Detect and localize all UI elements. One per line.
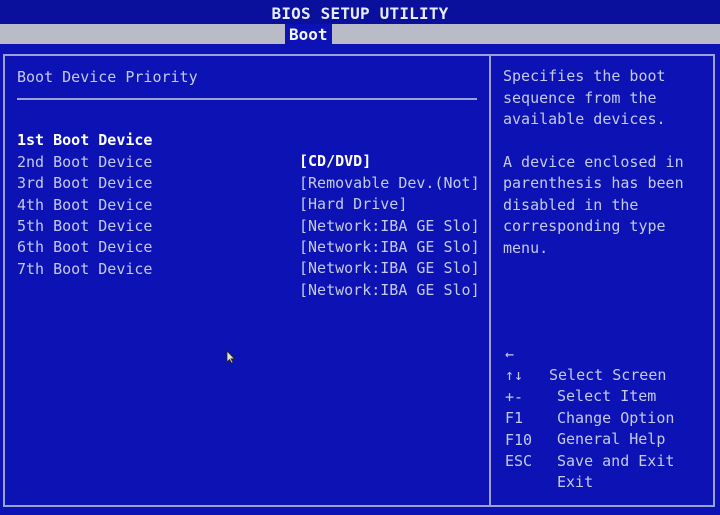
- help-line: menu.: [503, 238, 549, 257]
- boot-device-value[interactable]: [Network:IBA GE Slo]: [299, 258, 480, 279]
- boot-device-row[interactable]: 3rd Boot Device [Hard Drive]: [17, 152, 479, 213]
- bios-screen: BIOS SETUP UTILITY Boot Boot Device Prio…: [0, 0, 720, 515]
- boot-device-value[interactable]: [Network:IBA GE Slo]: [299, 280, 480, 301]
- menu-bar: [0, 24, 720, 44]
- boot-device-row[interactable]: 6th Boot Device [Network:IBA GE Slo]: [17, 216, 480, 277]
- help-panel: Specifies the boot sequence from the ava…: [503, 66, 703, 259]
- help-line: available devices.: [503, 110, 666, 128]
- boot-device-row[interactable]: 7th Boot Device [Network:IBA GE Slo]: [17, 238, 480, 299]
- key-legend-row: F10 Save and Exit: [505, 409, 705, 470]
- key-legend-row: ESC Exit: [505, 430, 705, 491]
- boot-device-row[interactable]: 1st Boot Device [CD/DVD]: [17, 109, 479, 170]
- mouse-pointer-icon: [226, 350, 236, 364]
- tab-boot[interactable]: Boot: [285, 24, 332, 44]
- help-line: sequence from the: [503, 88, 657, 107]
- help-line: Specifies the boot: [503, 67, 666, 85]
- help-line: corresponding type: [503, 217, 666, 235]
- key-legend-row: ↑↓ Select Item: [505, 344, 705, 405]
- key-esc: ESC: [505, 452, 533, 470]
- key-legend-row: F1 General Help: [505, 387, 705, 448]
- window-title: BIOS SETUP UTILITY: [0, 0, 720, 24]
- panel-divider: [489, 56, 491, 506]
- boot-device-label: 7th Boot Device: [17, 260, 153, 278]
- help-line: disabled in the: [503, 195, 639, 214]
- key-description: Exit: [557, 473, 594, 491]
- help-line: parenthesis has been: [503, 174, 684, 192]
- key-legend-row: +- Change Option: [505, 366, 705, 427]
- key-legend-row: ← Select Screen: [505, 323, 705, 384]
- boot-device-row[interactable]: 5th Boot Device [Network:IBA GE Slo]: [17, 195, 480, 256]
- boot-device-row[interactable]: 2nd Boot Device [Removable Dev.(Not]: [17, 131, 480, 192]
- section-underline: [17, 98, 477, 100]
- key-description: Save and Exit: [557, 452, 675, 470]
- help-line: A device enclosed in: [503, 152, 684, 171]
- boot-device-row[interactable]: 4th Boot Device [Network:IBA GE Slo]: [17, 174, 480, 235]
- help-spacer: [503, 131, 703, 152]
- section-title: Boot Device Priority: [17, 68, 198, 86]
